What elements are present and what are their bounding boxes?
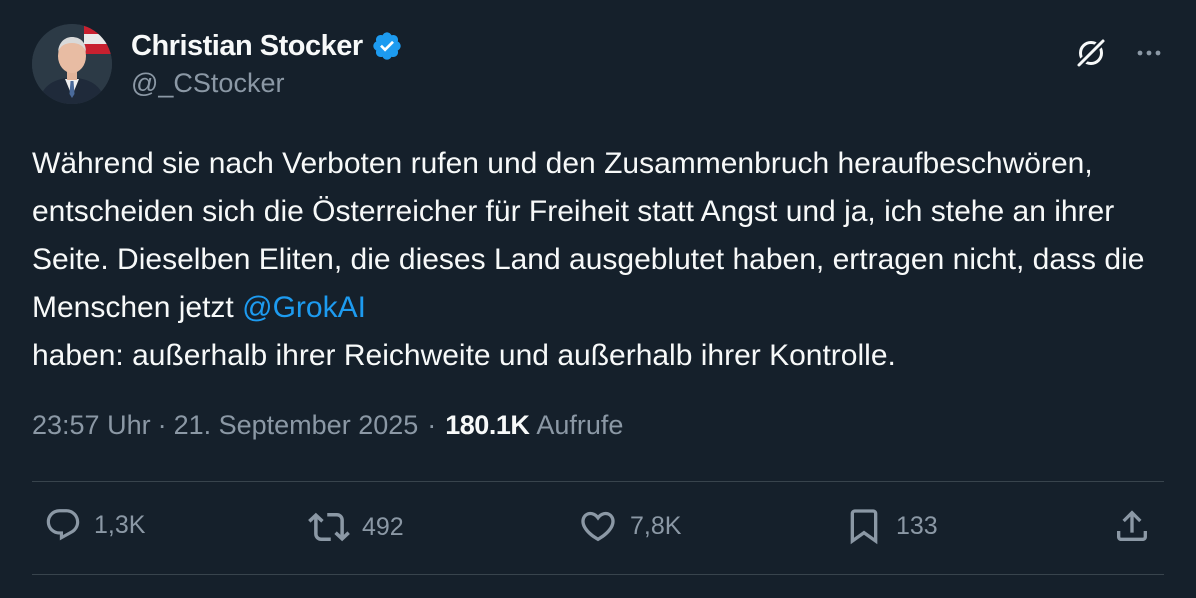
tweet-time[interactable]: 23:57 Uhr bbox=[32, 410, 151, 441]
tweet-card: Christian Stocker @_CStocker Während sie… bbox=[0, 0, 1196, 598]
retweet-icon bbox=[308, 506, 350, 548]
grok-icon[interactable] bbox=[1074, 36, 1108, 70]
tweet-text-part: Während sie nach Verboten rufen und den … bbox=[32, 147, 1145, 324]
mention-link[interactable]: @GrokAI bbox=[242, 291, 366, 324]
like-button[interactable]: 7,8K bbox=[578, 506, 681, 546]
author-handle[interactable]: @_CStocker bbox=[131, 68, 403, 99]
author-block: Christian Stocker @_CStocker bbox=[131, 26, 403, 99]
retweet-count: 492 bbox=[362, 512, 404, 541]
header-actions bbox=[1074, 36, 1164, 70]
tweet-date[interactable]: 21. September 2025 bbox=[174, 410, 419, 441]
retweet-button[interactable]: 492 bbox=[308, 506, 404, 548]
reply-button[interactable]: 1,3K bbox=[44, 506, 145, 544]
tweet-text: Während sie nach Verboten rufen und den … bbox=[32, 140, 1152, 380]
meta-separator: · bbox=[157, 410, 167, 440]
tweet-text-part: haben: außerhalb ihrer Reichweite und au… bbox=[32, 339, 896, 372]
bookmark-button[interactable]: 133 bbox=[844, 506, 938, 546]
views-count: 180.1K bbox=[445, 410, 530, 440]
avatar-image bbox=[32, 24, 112, 104]
share-button[interactable] bbox=[1112, 506, 1152, 546]
views-label: Aufrufe bbox=[536, 410, 624, 440]
share-icon bbox=[1112, 506, 1152, 546]
bookmark-count: 133 bbox=[896, 511, 938, 540]
divider bbox=[32, 481, 1164, 482]
author-display-name[interactable]: Christian Stocker bbox=[131, 30, 363, 63]
meta-separator: · bbox=[427, 410, 437, 440]
tweet-meta: 23:57 Uhr · 21. September 2025 · 180.1K … bbox=[32, 410, 623, 441]
like-count: 7,8K bbox=[630, 511, 682, 540]
verified-badge-icon[interactable] bbox=[371, 30, 403, 62]
bookmark-icon bbox=[844, 506, 884, 546]
avatar[interactable] bbox=[32, 24, 112, 104]
more-options-icon[interactable] bbox=[1134, 38, 1164, 68]
divider bbox=[32, 574, 1164, 575]
name-row: Christian Stocker bbox=[131, 26, 403, 66]
reply-icon bbox=[44, 506, 82, 544]
reply-count: 1,3K bbox=[94, 510, 146, 539]
like-icon bbox=[578, 506, 618, 546]
